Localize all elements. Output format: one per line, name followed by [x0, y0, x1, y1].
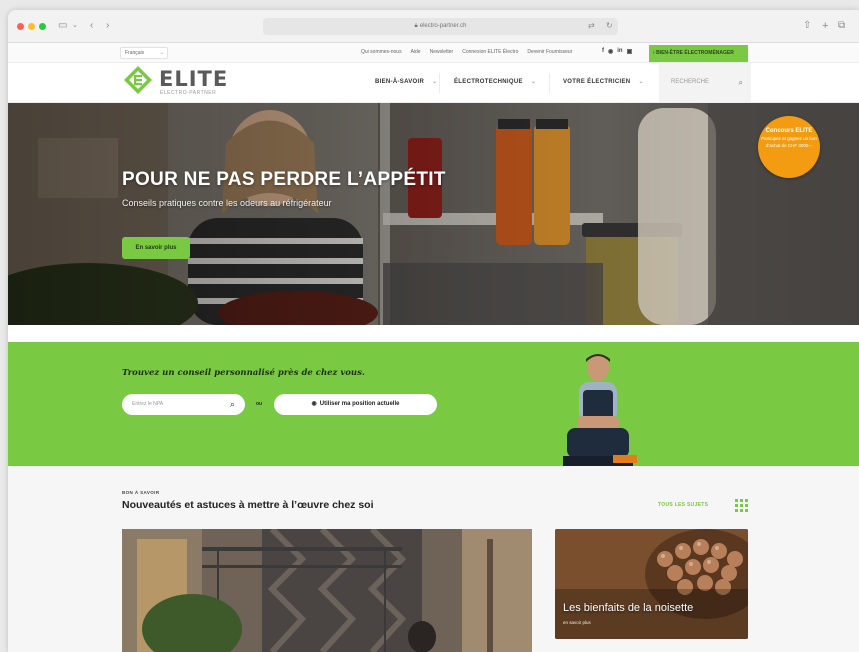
utility-bar: Français ⌄ Qui sommes-nous Aide Newslett… [8, 43, 859, 63]
nav-divider [549, 73, 550, 93]
utility-link-about[interactable]: Qui sommes-nous [361, 49, 402, 55]
nav-divider [439, 73, 440, 93]
arrow-right-icon: › [653, 50, 655, 56]
tabs-overview-icon[interactable]: ⧉ [838, 19, 845, 33]
language-select[interactable]: Français ⌄ [120, 47, 168, 59]
utility-link-login[interactable]: Connexion ELITE Électro [462, 49, 518, 55]
nav-item-bien-a-savoir[interactable]: BIEN-À-SAVOIR ⌄ [375, 63, 437, 102]
minimize-window-button[interactable] [28, 23, 35, 30]
section-eyebrow: BON À SAVOIR [122, 490, 160, 495]
language-value: Français [125, 50, 145, 56]
site-header: ELITE ÉLECTRO-PARTNER BIEN-À-SAVOIR ⌄ ÉLE… [8, 63, 859, 103]
hero-banner[interactable]: POUR NE PAS PERDRE L’APPÉTIT Conseils pr… [8, 103, 859, 325]
article-card-hazelnut[interactable]: Les bienfaits de la noisette en savoir p… [555, 529, 748, 639]
reload-icon[interactable]: ↻ [606, 19, 613, 33]
lock-icon: 🔒︎ [414, 23, 418, 29]
location-icon: ◉ [311, 401, 317, 407]
utility-cta-button[interactable]: › BIEN-ÊTRE ÉLECTROMÉNAGER [649, 45, 748, 62]
logo-wordmark[interactable]: ELITE [159, 67, 228, 91]
nav-label: VOTRE ÉLECTRICIEN [563, 79, 631, 85]
zip-input[interactable]: Entrez le NPA ⌕ [122, 394, 245, 415]
close-window-button[interactable] [17, 23, 24, 30]
zoom-window-button[interactable] [39, 23, 46, 30]
article-image [122, 529, 532, 652]
contest-badge[interactable]: Concours ELITE Participez et gagnez un b… [758, 116, 820, 178]
hero-subtitle: Conseils pratiques contre les odeurs au … [122, 198, 332, 208]
chevron-down-icon: ⌄ [432, 79, 438, 85]
electrician-image [563, 354, 637, 466]
translate-icon[interactable]: ⇄ [588, 19, 595, 33]
facebook-icon[interactable]: f [602, 48, 604, 55]
badge-text: Participez et gagnez un bon d’achat de C… [761, 136, 817, 148]
linkedin-icon[interactable]: in [617, 48, 622, 55]
logo-subtitle: ÉLECTRO-PARTNER [160, 90, 217, 96]
article-card-main[interactable] [122, 529, 532, 652]
browser-toolbar: ▭ ⌄ ‹ › 🔒︎ electro-partner.ch ⇄ ↻ ⇧ + ⧉ [8, 10, 859, 43]
article-meta: en savoir plus [563, 620, 591, 625]
back-icon[interactable]: ‹ [90, 19, 93, 33]
article-title: Les bienfaits de la noisette [563, 602, 694, 614]
hero-cta-button[interactable]: En savoir plus [122, 237, 190, 259]
nav-item-votre-electricien[interactable]: VOTRE ÉLECTRICIEN ⌄ [563, 63, 644, 102]
chevron-down-icon: ⌄ [638, 79, 644, 85]
chevron-down-icon[interactable]: ⌄ [72, 19, 78, 33]
grid-icon[interactable] [735, 499, 748, 512]
all-topics-link[interactable]: TOUS LES SUJETS [658, 502, 708, 508]
forward-icon[interactable]: › [106, 19, 109, 33]
search-icon[interactable]: ⌕ [739, 63, 743, 102]
finder-title: Trouvez un conseil personnalisé près de … [122, 368, 365, 378]
utility-link-help[interactable]: Aide [411, 49, 421, 55]
nav-label: ÉLECTROTECHNIQUE [454, 79, 523, 85]
utility-link-newsletter[interactable]: Newsletter [430, 49, 454, 55]
search-icon[interactable]: ⌕ [230, 394, 235, 415]
spacer [8, 325, 859, 342]
youtube-icon[interactable]: ▣ [627, 48, 633, 55]
elite-logo-icon[interactable] [123, 65, 153, 95]
utility-link-supplier[interactable]: Devenir Fournisseur [527, 49, 572, 55]
use-location-label: Utiliser ma position actuelle [319, 401, 400, 407]
news-section: BON À SAVOIR Nouveautés et astuces à met… [8, 466, 859, 652]
browser-window: ▭ ⌄ ‹ › 🔒︎ electro-partner.ch ⇄ ↻ ⇧ + ⧉ F… [8, 10, 859, 652]
badge-title: Concours ELITE [765, 128, 813, 134]
share-icon[interactable]: ⇧ [803, 19, 811, 33]
or-label: ou [256, 401, 263, 407]
instagram-icon[interactable]: ◉ [608, 48, 613, 55]
nav-item-electrotechnique[interactable]: ÉLECTROTECHNIQUE ⌄ [454, 63, 536, 102]
utility-links: Qui sommes-nous Aide Newsletter Connexio… [361, 49, 572, 55]
new-tab-icon[interactable]: + [822, 19, 828, 33]
search-input[interactable]: RECHERCHE ⌕ [659, 63, 751, 102]
chevron-down-icon: ⌄ [159, 50, 164, 56]
use-location-button[interactable]: ◉ Utiliser ma position actuelle [274, 394, 437, 415]
social-links: f ◉ in ▣ [602, 48, 632, 55]
section-title: Nouveautés et astuces à mettre à l’œuvre… [122, 499, 374, 511]
finder-band: Trouvez un conseil personnalisé près de … [8, 342, 859, 466]
nav-label: BIEN-À-SAVOIR [375, 79, 425, 85]
address-bar[interactable]: 🔒︎ electro-partner.ch [263, 18, 618, 35]
hero-title: POUR NE PAS PERDRE L’APPÉTIT [122, 169, 446, 190]
utility-cta-label: BIEN-ÊTRE ÉLECTROMÉNAGER [656, 50, 734, 56]
chevron-down-icon: ⌄ [530, 79, 537, 85]
zip-placeholder: Entrez le NPA [132, 401, 164, 407]
sidebar-icon[interactable]: ▭ [58, 19, 67, 33]
search-placeholder: RECHERCHE [671, 79, 710, 85]
hero-image [8, 103, 859, 325]
url-text: electro-partner.ch [419, 23, 467, 29]
